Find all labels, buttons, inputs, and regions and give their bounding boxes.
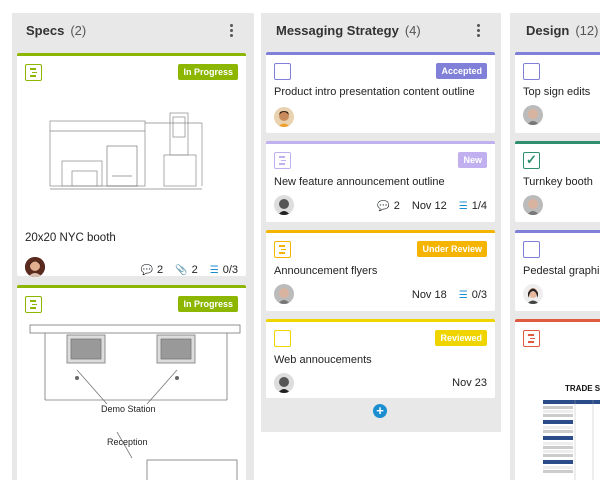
column-count: (2) xyxy=(70,23,87,38)
document-icon xyxy=(274,152,291,169)
column-header: Specs (2) xyxy=(12,13,254,48)
avatar xyxy=(274,373,294,393)
status-badge: Under Review xyxy=(417,241,487,257)
card[interactable]: Pedestal graphic xyxy=(515,230,600,311)
booth-drawing-thumbnail xyxy=(49,112,203,190)
card[interactable]: In Progress 20x20 NYC booth 💬 2 📎 2 ☰ 0/… xyxy=(17,53,246,277)
avatar xyxy=(523,284,543,304)
column-menu-icon[interactable] xyxy=(472,24,484,38)
status-badge: Accepted xyxy=(436,63,487,79)
card-meta: 💬 2 📎 2 ☰ 0/3 xyxy=(141,264,238,276)
due-date: Nov 23 xyxy=(452,377,487,389)
status-badge: New xyxy=(458,152,487,168)
sheet-title: TRADE S xyxy=(565,384,600,393)
column-menu-icon[interactable] xyxy=(225,24,237,38)
card[interactable]: New New feature announcement outline 💬 2 … xyxy=(266,141,495,222)
comment-count: 2 xyxy=(393,200,400,212)
column-count: (12) xyxy=(575,23,599,38)
attachment-count: 2 xyxy=(191,264,198,276)
avatar xyxy=(274,107,294,127)
card[interactable]: Top sign edits xyxy=(515,52,600,133)
due-date: Nov 12 xyxy=(411,200,447,212)
card-title: New feature announcement outline xyxy=(274,176,445,188)
card-meta: Nov 23 xyxy=(452,377,487,389)
avatar xyxy=(523,195,543,215)
column-specs: Specs (2) In Progress 20x20 NYC booth 💬 … xyxy=(12,13,254,480)
status-badge: Reviewed xyxy=(435,330,487,346)
column-header: Design (12) xyxy=(510,13,600,48)
avatar xyxy=(274,195,294,215)
card[interactable]: TRADE S xyxy=(515,319,600,480)
document-icon xyxy=(523,330,540,347)
document-icon xyxy=(25,296,42,313)
avatar xyxy=(25,257,45,277)
checklist-count: 0/3 xyxy=(222,264,238,276)
card[interactable]: Accepted Product intro presentation cont… xyxy=(266,52,495,133)
floorplan-drawing-thumbnail xyxy=(29,324,241,480)
card[interactable]: Reviewed Web annoucements Nov 23 xyxy=(266,319,495,398)
card-title: Top sign edits xyxy=(523,86,591,98)
column-title: Specs (2) xyxy=(26,23,87,38)
column-count: (4) xyxy=(404,23,421,38)
checklist-count: 0/3 xyxy=(471,289,487,301)
comment-icon: 💬 xyxy=(377,200,390,212)
status-badge: In Progress xyxy=(178,64,238,80)
card-title: Turnkey booth xyxy=(523,176,593,188)
column-title: Messaging Strategy (4) xyxy=(276,23,421,38)
card[interactable]: ✓ Turnkey booth xyxy=(515,141,600,222)
column-header: Messaging Strategy (4) xyxy=(261,13,501,48)
task-checkbox-icon[interactable] xyxy=(274,63,291,80)
document-icon xyxy=(274,241,291,258)
checklist-icon: ☰ xyxy=(209,264,219,276)
card[interactable]: In Progress Demo Station Reception xyxy=(17,285,246,480)
document-icon xyxy=(25,64,42,81)
column-messaging-strategy: Messaging Strategy (4) Accepted Product i… xyxy=(261,13,501,432)
avatar xyxy=(523,105,543,125)
drawing-label-demo-station: Demo Station xyxy=(101,404,156,414)
column-design: Design (12) Top sign edits ✓ Turnkey boot… xyxy=(510,13,600,480)
avatar xyxy=(274,284,294,304)
spreadsheet-thumbnail xyxy=(543,400,600,480)
due-date: Nov 18 xyxy=(411,289,447,301)
comment-count: 2 xyxy=(157,264,164,276)
card-title: Announcement flyers xyxy=(274,265,378,277)
card-meta: 💬 2 Nov 12 ☰ 1/4 xyxy=(377,200,487,212)
task-checkbox-icon[interactable] xyxy=(274,330,291,347)
status-badge: In Progress xyxy=(178,296,238,312)
card-title: Product intro presentation content outli… xyxy=(274,86,475,98)
comment-icon: 💬 xyxy=(140,264,154,276)
drawing-label-reception: Reception xyxy=(107,437,148,447)
task-checkbox-icon[interactable] xyxy=(523,241,540,258)
checklist-icon: ☰ xyxy=(458,200,468,212)
card-title: Web annoucements xyxy=(274,354,372,366)
checklist-icon: ☰ xyxy=(458,289,468,301)
card[interactable]: Under Review Announcement flyers Nov 18 … xyxy=(266,230,495,311)
column-title: Design (12) xyxy=(526,23,599,38)
card-title: 20x20 NYC booth xyxy=(25,232,116,244)
card-meta: Nov 18 ☰ 0/3 xyxy=(412,289,487,301)
attachment-icon: 📎 xyxy=(175,264,188,276)
card-title: Pedestal graphic xyxy=(523,265,600,277)
checklist-count: 1/4 xyxy=(471,200,487,212)
task-checkbox-icon[interactable] xyxy=(523,63,540,80)
checked-task-icon[interactable]: ✓ xyxy=(523,152,540,169)
add-card-icon[interactable]: + xyxy=(373,404,387,418)
